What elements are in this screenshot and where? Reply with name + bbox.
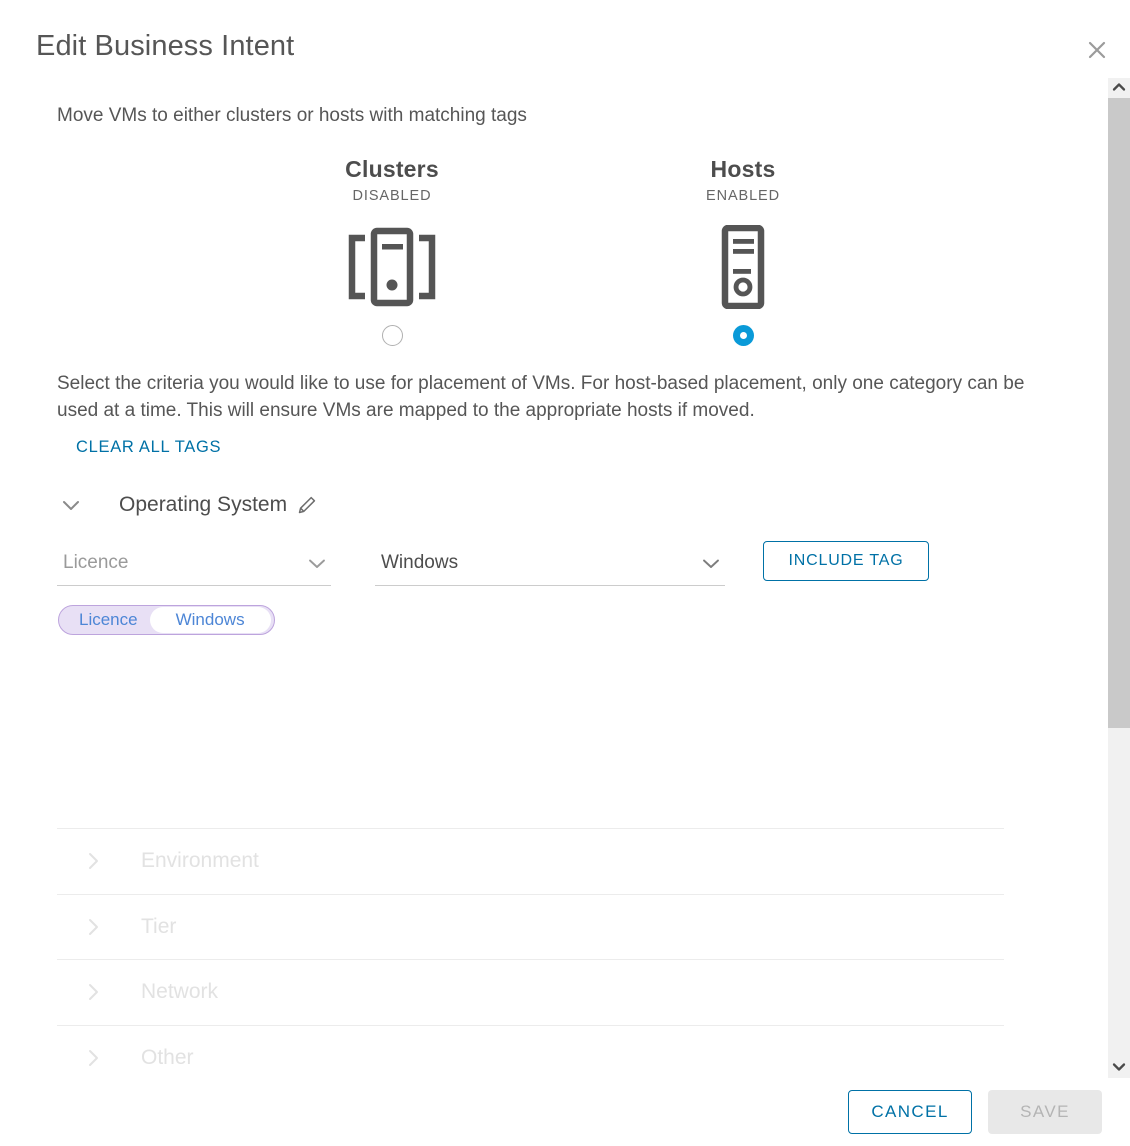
tag-key-value: Licence [63,552,129,573]
dialog-body: Move VMs to either clusters or hosts wit… [0,78,1108,1078]
category-row-network: Network [57,959,1004,1025]
clusters-state: DISABLED [352,188,432,204]
category-row-environment: Environment [57,828,1004,894]
hosts-radio[interactable] [732,325,754,346]
category-row-other: Other [57,1024,1004,1079]
save-button: SAVE [988,1090,1102,1134]
placement-description: Select the criteria you would like to us… [57,373,1025,421]
category-label: Other [141,1045,194,1069]
cancel-button[interactable]: CANCEL [848,1090,972,1134]
chevron-right-icon [79,1048,107,1068]
chevron-right-icon [79,851,107,871]
chevron-right-icon [79,917,107,937]
scroll-up-button[interactable] [1108,78,1130,98]
dialog-header: Edit Business Intent [0,0,1130,78]
tag-builder-row: Licence Windows INCLUDE TAG [57,541,1067,592]
category-label: Tier [141,914,177,938]
dialog-subtitle: Move VMs to either clusters or hosts wit… [57,105,527,126]
tag-value-select[interactable]: Windows [375,546,725,586]
dialog-title: Edit Business Intent [36,30,295,62]
tag-key-select[interactable]: Licence [57,546,331,586]
category-header-operating-system[interactable]: Operating System [57,490,318,520]
clusters-radio[interactable] [381,325,403,346]
hosts-title: Hosts [710,156,776,182]
tag-value-value: Windows [381,552,459,573]
hosts-state: ENABLED [706,188,780,204]
clear-all-tags-button[interactable]: CLEAR ALL TAGS [76,438,221,457]
category-label: Network [141,980,219,1004]
close-icon[interactable] [1082,35,1112,65]
tag-chip-value: Windows [149,607,271,633]
placement-option-clusters[interactable]: Clusters DISABLED [282,156,502,346]
chevron-down-icon[interactable] [701,557,721,575]
scrollbar-thumb[interactable] [1108,98,1130,728]
placement-option-hosts[interactable]: Hosts ENABLED [633,156,853,346]
category-row-tier: Tier [57,893,1004,960]
chevron-down-icon [1112,1059,1126,1077]
pencil-icon[interactable] [296,494,318,516]
host-server-icon [633,219,853,315]
chevron-down-icon[interactable] [307,557,327,575]
tag-chip-key: Licence [79,610,138,629]
tag-chip[interactable]: Licence Windows [58,605,275,635]
collapsed-categories-list: Environment Tier Network Other [57,828,1004,1078]
include-tag-button[interactable]: INCLUDE TAG [763,541,929,581]
clusters-title: Clusters [345,156,439,182]
chevron-right-icon [79,982,107,1002]
category-label: Environment [141,849,259,873]
placement-type-selector: Clusters DISABLED Hosts ENABLED [0,156,1108,356]
dialog-footer: CANCEL SAVE [0,1078,1130,1146]
scroll-down-button[interactable] [1108,1058,1130,1078]
chevron-up-icon [1112,79,1126,97]
edit-business-intent-dialog: Edit Business Intent Move VMs to either … [0,0,1130,1146]
chevron-down-icon[interactable] [57,498,85,512]
clusters-icon [282,219,502,315]
category-label: Operating System [119,493,288,516]
vertical-scrollbar[interactable] [1108,78,1130,1078]
